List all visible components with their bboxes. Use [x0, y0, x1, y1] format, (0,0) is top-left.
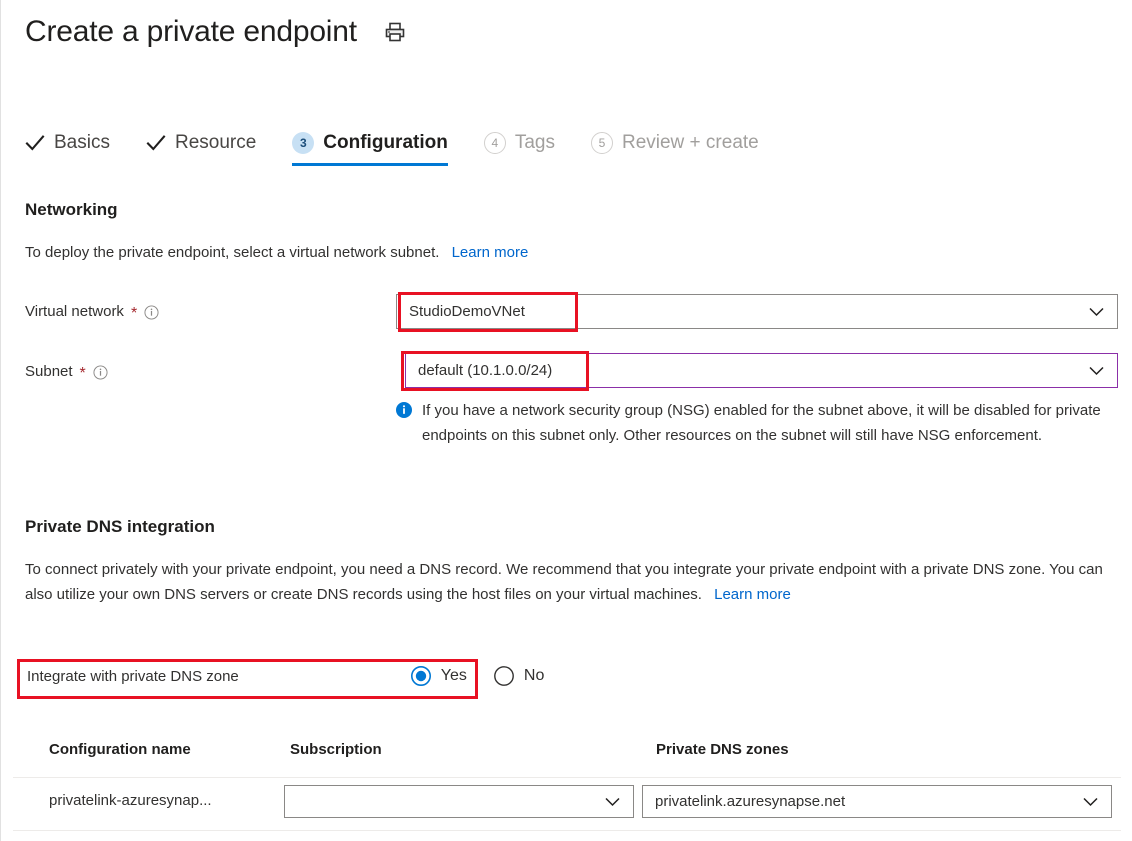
virtual-network-dropdown[interactable]: StudioDemoVNet [396, 294, 1118, 329]
check-icon [25, 133, 45, 153]
step-number-3: 3 [292, 132, 314, 154]
radio-label-no: No [524, 667, 544, 685]
nsg-notice: If you have a network security group (NS… [396, 398, 1118, 448]
tab-label: Tags [515, 131, 555, 155]
tab-configuration[interactable]: 3 Configuration [292, 131, 448, 166]
create-private-endpoint-page: Create a private endpoint Basics Resourc… [0, 0, 1132, 841]
networking-description: To deploy the private endpoint, select a… [25, 240, 1105, 265]
private-dns-zone-value: privatelink.azuresynapse.net [643, 793, 1075, 810]
info-filled-icon [396, 402, 412, 448]
virtual-network-value: StudioDemoVNet [397, 303, 1081, 320]
tab-tags[interactable]: 4 Tags [484, 131, 555, 166]
tab-basics[interactable]: Basics [25, 131, 110, 166]
required-asterisk: * [80, 367, 86, 381]
radio-unselected-icon [493, 665, 515, 687]
column-header-subscription: Subscription [290, 741, 382, 758]
tab-label: Resource [175, 131, 256, 155]
private-dns-description-text: To connect privately with your private e… [25, 561, 1103, 603]
tab-review-create[interactable]: 5 Review + create [591, 131, 759, 166]
subnet-label: Subnet [25, 362, 73, 382]
dns-learn-more-link[interactable]: Learn more [714, 586, 791, 603]
tab-resource[interactable]: Resource [146, 131, 256, 166]
info-icon[interactable] [144, 305, 159, 320]
step-number-5: 5 [591, 132, 613, 154]
column-header-private-dns-zones: Private DNS zones [656, 741, 789, 758]
subnet-value: default (10.1.0.0/24) [406, 362, 1081, 379]
private-dns-integration-description: To connect privately with your private e… [25, 557, 1125, 607]
virtual-network-label-group: Virtual network * [25, 302, 159, 322]
required-asterisk: * [131, 307, 137, 321]
chevron-down-icon [597, 797, 633, 807]
private-dns-zone-dropdown[interactable]: privatelink.azuresynapse.net [642, 785, 1112, 818]
virtual-network-label: Virtual network [25, 302, 124, 322]
networking-heading: Networking [25, 199, 118, 221]
print-icon[interactable] [383, 20, 407, 49]
cell-configuration-name: privatelink-azuresynap... [49, 792, 274, 809]
tab-label: Configuration [323, 131, 448, 155]
subscription-dropdown[interactable] [284, 785, 634, 818]
wizard-tabs: Basics Resource 3 Configuration 4 Tags 5… [25, 131, 795, 166]
table-header-divider [13, 777, 1121, 778]
table-row-divider [13, 830, 1121, 831]
subnet-label-group: Subnet * [25, 362, 108, 382]
radio-label-yes: Yes [441, 667, 467, 685]
page-title: Create a private endpoint [25, 12, 357, 52]
integrate-dns-row: Integrate with private DNS zone Yes No [27, 665, 544, 687]
chevron-down-icon [1081, 366, 1117, 376]
nsg-notice-text: If you have a network security group (NS… [422, 398, 1118, 448]
subnet-dropdown[interactable]: default (10.1.0.0/24) [405, 353, 1118, 388]
tab-label: Basics [54, 131, 110, 155]
chevron-down-icon [1081, 307, 1117, 317]
radio-option-no[interactable]: No [493, 665, 544, 687]
radio-selected-icon [410, 665, 432, 687]
tab-label: Review + create [622, 131, 759, 155]
info-icon[interactable] [93, 365, 108, 380]
chevron-down-icon [1075, 797, 1111, 807]
column-header-configuration-name: Configuration name [49, 741, 191, 758]
networking-learn-more-link[interactable]: Learn more [452, 244, 529, 261]
check-icon [146, 133, 166, 153]
private-dns-integration-heading: Private DNS integration [25, 516, 215, 538]
integrate-dns-prompt: Integrate with private DNS zone [27, 668, 239, 685]
page-header: Create a private endpoint [25, 12, 407, 52]
radio-option-yes[interactable]: Yes [410, 665, 467, 687]
step-number-4: 4 [484, 132, 506, 154]
networking-description-text: To deploy the private endpoint, select a… [25, 244, 439, 261]
